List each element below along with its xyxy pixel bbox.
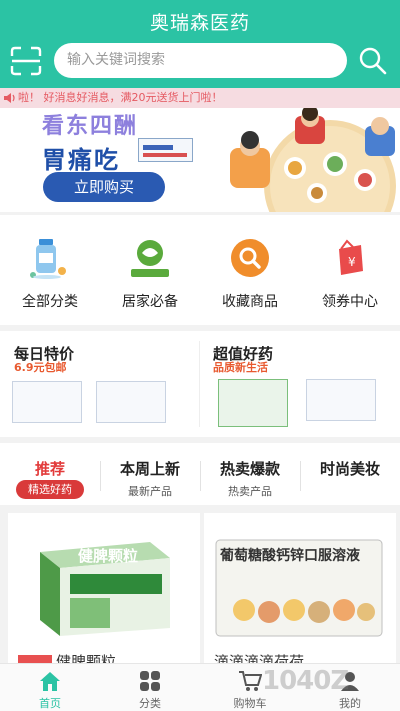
tab-title: 推荐 bbox=[34, 460, 65, 478]
notice-text: 啦！ 好消息好消息，满20元送货上门啦！ bbox=[18, 91, 223, 104]
promo-subtitle: 6.9元包邮 bbox=[14, 361, 67, 374]
tab-title: 热卖爆款 bbox=[219, 460, 280, 478]
category-label: 居家必备 bbox=[122, 294, 178, 310]
cart-icon bbox=[239, 671, 262, 691]
product-grid: 健脾颗粒 健脾颗粒 葡萄糖酸钙锌口服溶液 滴滴滴滴荷荷 bbox=[0, 513, 400, 663]
product-thumbnail bbox=[96, 381, 166, 423]
speaker-icon bbox=[4, 93, 15, 103]
health-logo-icon bbox=[131, 240, 169, 277]
category-all[interactable]: 全部分类 bbox=[0, 215, 100, 325]
product-box-label: 健脾颗粒 bbox=[78, 547, 139, 565]
banner-slogan: 看东四酬 bbox=[42, 114, 139, 139]
nav-category[interactable]: 分类 bbox=[100, 664, 200, 711]
category-favorites[interactable]: 收藏商品 bbox=[200, 215, 300, 325]
product-card[interactable]: 健脾颗粒 健脾颗粒 bbox=[8, 513, 200, 663]
tab-hot-sellers[interactable]: 热卖爆款 热卖产品 bbox=[200, 443, 300, 505]
category-coupons[interactable]: ¥ 领券中心 bbox=[300, 215, 400, 325]
app-title: 奥瑞森医药 bbox=[149, 12, 250, 34]
product-name: 滴滴滴滴荷荷 bbox=[214, 653, 305, 663]
tab-recommended[interactable]: 推荐 精选好药 bbox=[0, 443, 100, 505]
medicine-bottle-icon bbox=[30, 239, 66, 279]
nav-label: 购物车 bbox=[233, 697, 267, 710]
nav-label: 首页 bbox=[39, 697, 61, 710]
tab-new-this-week[interactable]: 本周上新 最新产品 bbox=[100, 443, 200, 505]
promo-daily-special[interactable]: 每日特价 6.9元包邮 bbox=[0, 331, 200, 437]
promo-section: 每日特价 6.9元包邮 超值好药 品质新生活 bbox=[0, 331, 400, 437]
category-label: 全部分类 bbox=[22, 294, 78, 310]
product-badge bbox=[18, 655, 52, 663]
search-icon bbox=[359, 47, 387, 75]
category-label: 领券中心 bbox=[322, 294, 378, 310]
header-bar: 奥瑞森医药 输入关键词搜索 bbox=[0, 0, 400, 88]
category-home-essentials[interactable]: 居家必备 bbox=[100, 215, 200, 325]
product-thumbnail bbox=[306, 379, 376, 421]
promo-subtitle: 品质新生活 bbox=[213, 361, 268, 374]
coupon-bag-icon: ¥ bbox=[339, 239, 363, 275]
search-button[interactable] bbox=[356, 44, 390, 78]
product-thumbnail bbox=[12, 381, 82, 423]
dining-table-illustration bbox=[230, 108, 396, 212]
category-label: 收藏商品 bbox=[222, 294, 278, 310]
search-input[interactable]: 输入关键词搜索 bbox=[54, 43, 347, 78]
banner-product-box bbox=[138, 138, 193, 162]
tab-subtitle: 精选好药 bbox=[16, 480, 84, 499]
nav-home[interactable]: 首页 bbox=[0, 664, 100, 711]
banner-product: 胃痛吃 bbox=[42, 146, 120, 174]
watermark: 1040Z bbox=[262, 666, 349, 696]
tab-title: 时尚美妆 bbox=[319, 460, 380, 478]
product-card[interactable]: 葡萄糖酸钙锌口服溶液 滴滴滴滴荷荷 bbox=[204, 513, 396, 663]
category-grid: 全部分类 居家必备 收藏商品 ¥ 领券中心 bbox=[0, 215, 400, 325]
home-icon bbox=[40, 672, 60, 691]
nav-label: 我的 bbox=[339, 697, 361, 710]
product-thumbnail bbox=[218, 379, 288, 427]
tab-subtitle: 热卖产品 bbox=[228, 485, 272, 498]
nav-label: 分类 bbox=[139, 697, 161, 710]
buy-now-button[interactable]: 立即购买 bbox=[43, 172, 165, 202]
scan-icon bbox=[10, 46, 42, 76]
scan-button[interactable] bbox=[10, 46, 42, 76]
grid-icon bbox=[140, 671, 160, 691]
product-tabs: 推荐 精选好药 本周上新 最新产品 热卖爆款 热卖产品 时尚美妆 bbox=[0, 443, 400, 505]
product-box-label: 葡萄糖酸钙锌口服溶液 bbox=[220, 548, 360, 564]
svg-text:¥: ¥ bbox=[348, 255, 356, 269]
product-name: 健脾颗粒 bbox=[56, 653, 117, 663]
tab-fashion-beauty[interactable]: 时尚美妆 bbox=[300, 443, 400, 505]
notice-bar[interactable]: 啦！ 好消息好消息，满20元送货上门啦！ bbox=[0, 88, 400, 108]
promo-banner[interactable]: 看东四酬 胃痛吃 立即购买 bbox=[0, 108, 400, 212]
promo-great-value[interactable]: 超值好药 品质新生活 bbox=[200, 331, 400, 437]
tab-title: 本周上新 bbox=[119, 460, 180, 478]
search-circle-icon bbox=[231, 239, 269, 277]
tab-subtitle: 最新产品 bbox=[128, 485, 172, 498]
